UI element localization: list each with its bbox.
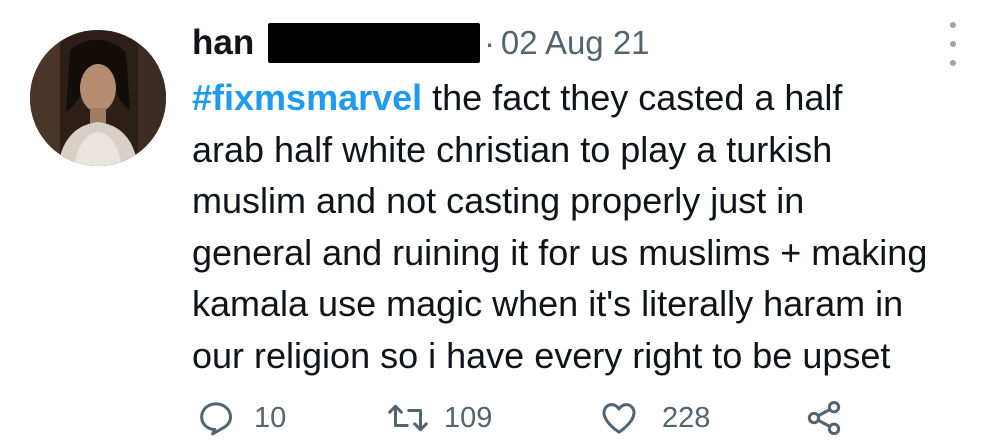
- like-count: 228: [662, 401, 711, 434]
- retweet-button[interactable]: 109: [386, 393, 492, 443]
- avatar[interactable]: [30, 30, 166, 166]
- heart-icon: [602, 403, 636, 434]
- tweet-text-line: #fixmsmarvel the fact they casted a half: [192, 72, 982, 124]
- header-separator: ·: [484, 24, 495, 61]
- tweet-text: #fixmsmarvel the fact they casted a half…: [192, 72, 982, 381]
- tweet-text-line: general and ruining it for us muslims + …: [192, 231, 928, 273]
- author-name[interactable]: han: [192, 23, 254, 63]
- tweet-card[interactable]: han · 02 Aug 21 #fixmsmarvel the fact th…: [0, 0, 1000, 445]
- redacted-handle: [268, 23, 481, 63]
- like-button[interactable]: 228: [598, 393, 710, 443]
- tweet-text-line: arab half white christian to play a turk…: [192, 128, 833, 170]
- avatar-image: [30, 30, 166, 166]
- hashtag-link[interactable]: #fixmsmarvel: [192, 77, 422, 118]
- share-icon: [807, 401, 841, 435]
- tweet-text-line: our religion so i have every right to be…: [192, 334, 891, 376]
- tweet-text-line: muslim and not casting properly just in: [192, 180, 805, 221]
- retweet-icon: [388, 404, 428, 432]
- tweet-text-line: kamala use magic when it's literally har…: [192, 283, 904, 324]
- tweet-header: han · 02 Aug 21: [192, 18, 650, 68]
- retweet-count: 109: [444, 401, 493, 434]
- tweet-text-segment: the fact they casted a half: [422, 77, 843, 118]
- tweet-date[interactable]: 02 Aug 21: [501, 24, 650, 62]
- share-button[interactable]: [804, 393, 844, 443]
- reply-button[interactable]: 10: [196, 393, 286, 443]
- more-vertical-icon[interactable]: [946, 22, 960, 66]
- reply-icon: [200, 402, 232, 436]
- reply-count: 10: [254, 401, 287, 434]
